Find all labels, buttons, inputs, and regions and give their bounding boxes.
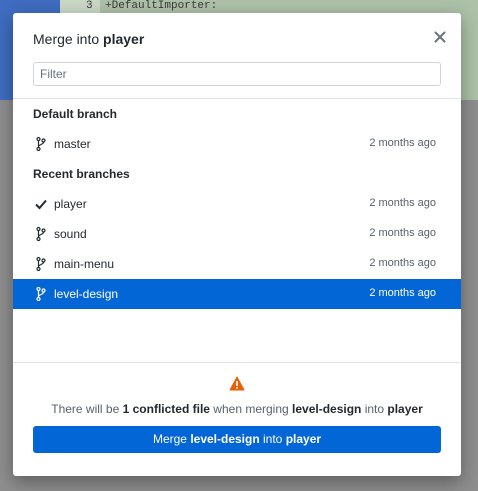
- branch-name: sound: [54, 227, 87, 241]
- branch-time: 2 months ago: [369, 197, 436, 209]
- merge-button-target: player: [285, 432, 322, 446]
- branch-time: 2 months ago: [369, 257, 436, 269]
- branch-row-master[interactable]: master 2 months ago: [13, 129, 461, 159]
- dialog-title-prefix: Merge into: [33, 31, 104, 47]
- branch-name: level-design: [54, 287, 119, 301]
- merge-status-message: There will be 1 conflicted file when mer…: [13, 402, 461, 416]
- group-header-recent: Recent branches: [33, 167, 130, 181]
- branch-icon: [36, 227, 46, 241]
- status-mid: when merging: [209, 402, 293, 416]
- dialog-header: Merge into player: [13, 13, 461, 61]
- branch-name: main-menu: [54, 257, 115, 271]
- branch-name: master: [54, 137, 91, 151]
- status-into: into: [361, 402, 388, 416]
- merge-button-into: into: [259, 432, 286, 446]
- status-conflict-count: 1 conflicted file: [122, 402, 210, 416]
- dialog-title: Merge into player: [33, 31, 144, 47]
- status-pre: There will be: [51, 402, 123, 416]
- code-text: +DefaultImporter:: [105, 0, 218, 12]
- divider: [13, 362, 461, 363]
- filter-container: [33, 62, 441, 86]
- branch-row-player[interactable]: player 2 months ago: [13, 189, 461, 219]
- filter-input[interactable]: [33, 62, 441, 86]
- branch-icon: [36, 287, 46, 301]
- branch-row-sound[interactable]: sound 2 months ago: [13, 219, 461, 249]
- branch-icon: [36, 257, 46, 271]
- branch-row-level-design[interactable]: level-design 2 months ago: [13, 279, 461, 309]
- merge-dialog: Merge into player Default branch master …: [13, 13, 461, 476]
- status-target-branch: player: [387, 402, 423, 416]
- check-icon: [35, 199, 47, 210]
- branch-icon: [36, 137, 46, 151]
- branch-list: Default branch master 2 months ago Recen…: [13, 99, 461, 362]
- status-source-branch: level-design: [292, 402, 362, 416]
- branch-name: player: [54, 197, 87, 211]
- line-number: 3: [86, 0, 93, 12]
- close-icon: [434, 31, 446, 43]
- close-button[interactable]: [431, 28, 449, 46]
- dialog-title-branch: player: [103, 31, 145, 47]
- merge-button-source: level-design: [190, 432, 260, 446]
- branch-row-main-menu[interactable]: main-menu 2 months ago: [13, 249, 461, 279]
- branch-time: 2 months ago: [369, 137, 436, 149]
- group-header-default: Default branch: [33, 107, 118, 121]
- branch-time: 2 months ago: [369, 227, 436, 239]
- background-code-line: 3 +DefaultImporter:: [60, 0, 478, 14]
- warning-icon: [229, 376, 245, 391]
- merge-button-prefix: Merge: [152, 432, 191, 446]
- branch-time: 2 months ago: [369, 287, 436, 299]
- merge-button[interactable]: Merge level-design into player: [33, 426, 441, 453]
